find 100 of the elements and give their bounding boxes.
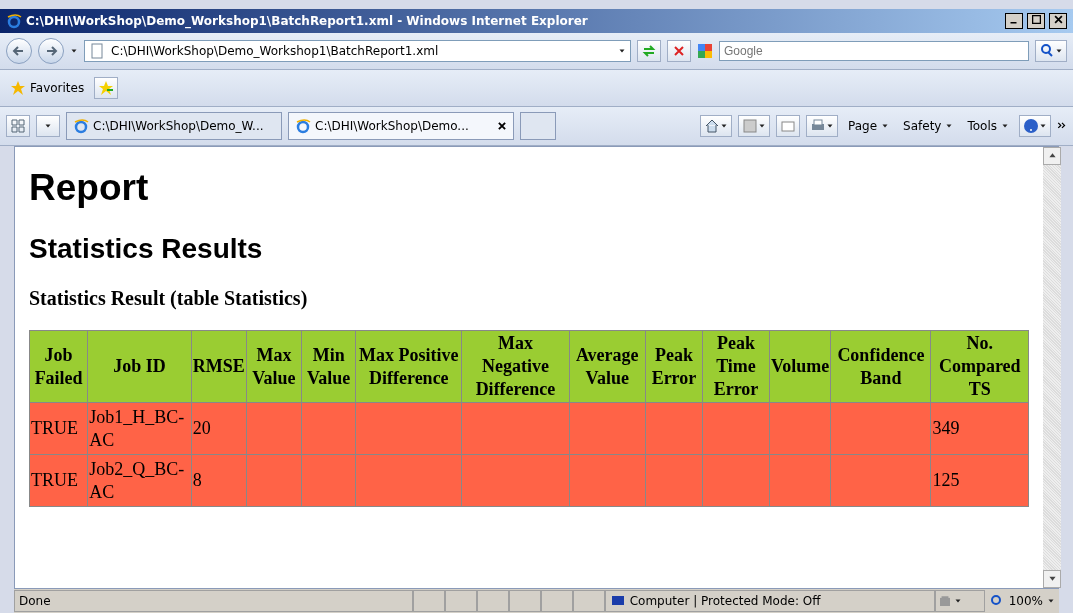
maximize-icon [1031,15,1041,24]
browser-logo-icon [6,13,22,29]
security-zone: Computer | Protected Mode: Off [629,594,821,608]
stop-button[interactable] [667,40,691,62]
status-pane [508,590,541,612]
lock-icon [939,596,950,606]
maximize-button[interactable] [1027,13,1045,29]
help-button[interactable] [1019,115,1051,137]
command-menu[interactable]: Tools [963,117,1013,135]
down-arrow-icon [1048,574,1056,582]
scroll-down-button[interactable] [1043,570,1061,588]
up-arrow-icon [1048,151,1056,159]
status-pane [444,590,477,612]
home-button[interactable] [700,115,732,137]
caret-icon [881,122,890,130]
forward-button[interactable] [38,38,64,64]
caret-icon [618,47,626,55]
column-header: Max Value [246,330,302,403]
back-button[interactable] [6,38,32,64]
table-cell [702,454,770,507]
column-header: Average Value [569,330,646,403]
page-icon [89,43,105,59]
caret-icon [1047,597,1055,605]
column-header: No. Compared TS [930,330,1029,403]
column-header: Peak Time Error [702,330,770,403]
table-caption: Statistics Result (table Statistics) [29,287,309,310]
chevron-icon [1057,121,1067,131]
table-cell: 349 [930,402,1029,455]
refresh-arrows-icon [641,43,657,59]
table-cell: TRUE [29,402,88,455]
table-cell: Job1_H_BC-AC [87,402,192,455]
table-cell: 8 [191,454,247,507]
column-header: Peak Error [645,330,703,403]
window-title: C:\DHI\WorkShop\Demo_Workshop1\BatchReport1.xml - Windows Internet Explorer [26,14,589,28]
quick-tabs-button[interactable] [6,115,30,137]
column-header: Job Failed [29,330,88,403]
caret-icon [1039,122,1047,130]
table-cell [246,454,302,507]
caret-icon [70,47,78,55]
browser-tab[interactable]: C:\DHI\WorkShop\Demo... [288,112,514,140]
table-cell [246,402,302,455]
caret-icon [953,597,962,605]
zoom-button[interactable]: 100% [984,591,1059,611]
star-arrow-icon [98,80,115,96]
print-button[interactable] [806,115,838,137]
column-header: Min Value [301,330,356,403]
table-cell [645,454,703,507]
command-menu[interactable]: Page [844,117,894,135]
grid-icon [10,118,26,134]
table-cell [769,402,831,455]
column-header: Max Positive Difference [355,330,462,403]
caret-icon [1001,122,1009,130]
search-icon [1039,43,1055,59]
caret-icon [826,122,834,130]
status-pane [540,590,573,612]
column-header: RMSE [191,330,247,403]
table-cell: Job2_Q_BC-AC [87,454,192,507]
refresh-button[interactable] [637,40,661,62]
column-header: Confidence Band [830,330,931,403]
scroll-up-button[interactable] [1043,147,1061,165]
status-pane [476,590,509,612]
search-field[interactable]: Google [719,41,1029,61]
table-cell: 125 [930,454,1029,507]
envelope-icon [780,118,796,134]
status-text: Done [19,594,51,608]
page-heading: Report [29,167,150,209]
address-field[interactable]: C:\DHI\WorkShop\Demo_Workshop1\BatchReport1.xml [84,40,631,62]
caret-icon [758,122,766,130]
table-cell [769,454,831,507]
scrollbar[interactable] [1043,147,1061,588]
address-text: C:\DHI\WorkShop\Demo_Workshop1\BatchReport1.xml [111,44,440,58]
close-icon [1053,15,1063,24]
minimize-button[interactable] [1005,13,1023,29]
browser-tab[interactable]: C:\DHI\WorkShop\Demo_W... [66,112,282,140]
section-heading: Statistics Results [29,233,264,265]
browser-logo-icon [295,118,311,134]
search-button[interactable] [1035,40,1067,62]
table-cell [702,402,770,455]
caret-icon [720,122,728,130]
table-cell [301,402,356,455]
caret-icon [44,122,52,130]
browser-logo-icon [73,118,89,134]
caret-icon [1055,47,1063,55]
column-header: Volume [769,330,831,403]
caret-icon [945,122,954,130]
help-icon [1023,118,1039,134]
google-logo-icon [697,43,713,59]
add-favorites-button[interactable] [94,77,119,99]
table-cell [645,402,703,455]
favorites-button[interactable]: Favorites [6,78,89,98]
close-button[interactable] [1049,13,1067,29]
column-header: Job ID [87,330,192,403]
command-menu[interactable]: Safety [899,117,958,135]
close-icon [497,121,507,131]
column-header: Max Negative Difference [461,330,570,403]
home-icon [704,118,720,134]
table-cell: 20 [191,402,247,455]
star-icon [10,80,26,96]
table-cell: TRUE [29,454,88,507]
table-cell [301,454,356,507]
